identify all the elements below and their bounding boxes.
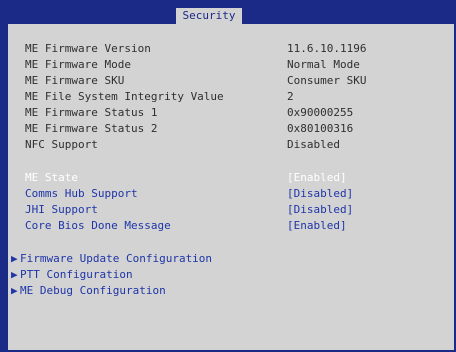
info-value: Consumer SKU xyxy=(287,74,367,87)
submenu-label: PTT Configuration xyxy=(20,268,133,281)
option-value[interactable]: [Enabled] xyxy=(287,171,447,185)
info-label: ME Firmware Version xyxy=(25,42,151,55)
option-value[interactable]: [Disabled] xyxy=(287,203,447,217)
submenu-label: ME Debug Configuration xyxy=(20,284,166,297)
option-label: ME State xyxy=(25,171,78,184)
settings-panel: ME Firmware Version 11.6.10.1196 ME Firm… xyxy=(8,24,454,350)
option-value[interactable]: [Disabled] xyxy=(287,187,447,201)
submenu-firmware-update-configuration[interactable]: ▶ Firmware Update Configuration xyxy=(11,252,212,266)
submenu-arrow-icon: ▶ xyxy=(11,252,18,265)
info-label: ME Firmware SKU xyxy=(25,74,125,87)
top-menu-bar: Security xyxy=(0,0,456,24)
info-value: Normal Mode xyxy=(287,58,360,71)
submenu-arrow-icon: ▶ xyxy=(11,268,18,281)
info-value: 2 xyxy=(287,90,294,103)
info-value: 11.6.10.1196 xyxy=(287,42,367,55)
info-value: Disabled xyxy=(287,138,340,151)
option-label: Comms Hub Support xyxy=(25,187,138,200)
submenu-ptt-configuration[interactable]: ▶ PTT Configuration xyxy=(11,268,133,282)
option-value[interactable]: [Enabled] xyxy=(287,219,447,233)
info-label: ME Firmware Mode xyxy=(25,58,131,71)
tab-security[interactable]: Security xyxy=(176,8,242,24)
info-value: 0x80100316 xyxy=(287,122,354,135)
submenu-label: Firmware Update Configuration xyxy=(20,252,213,265)
info-value: 0x90000255 xyxy=(287,106,354,119)
option-label: JHI Support xyxy=(25,203,98,216)
info-label: NFC Support xyxy=(25,138,98,151)
option-label: Core Bios Done Message xyxy=(25,219,171,232)
info-label: ME Firmware Status 1 xyxy=(25,106,158,119)
info-label: ME File System Integrity Value xyxy=(25,90,224,103)
info-label: ME Firmware Status 2 xyxy=(25,122,158,135)
submenu-me-debug-configuration[interactable]: ▶ ME Debug Configuration xyxy=(11,284,166,298)
submenu-arrow-icon: ▶ xyxy=(11,284,18,297)
